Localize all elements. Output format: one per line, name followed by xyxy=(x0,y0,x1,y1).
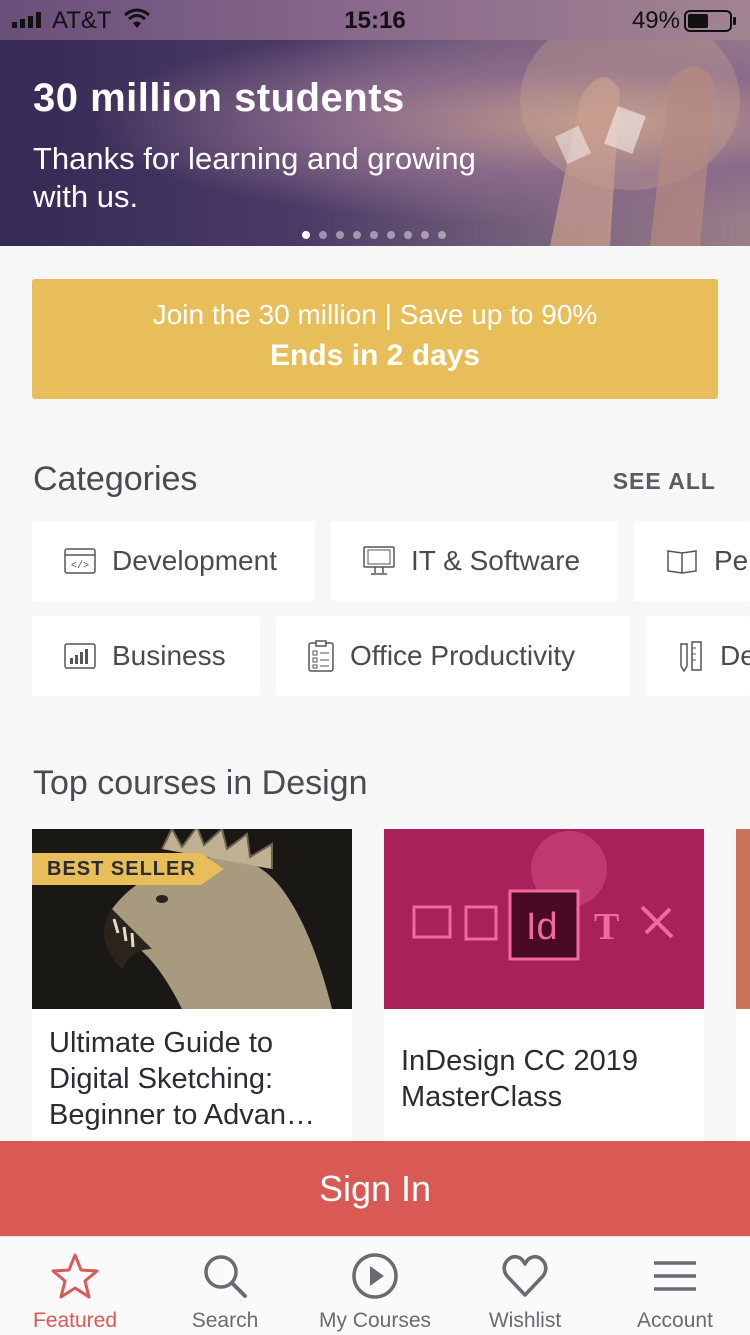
code-icon: </> xyxy=(64,548,96,574)
tab-search[interactable]: Search xyxy=(150,1237,300,1335)
tab-account[interactable]: Account xyxy=(600,1237,750,1335)
book-icon xyxy=(667,550,697,574)
battery-icon xyxy=(684,10,736,32)
pencil-ruler-icon xyxy=(680,641,702,672)
battery-percent: 49% xyxy=(631,7,680,34)
svg-text:T: T xyxy=(594,906,619,948)
category-development[interactable]: </> Development xyxy=(32,521,315,601)
promo-banner[interactable]: Join the 30 million | Save up to 90% End… xyxy=(32,279,718,399)
course-title: InDesign CC 2019 MasterClass xyxy=(401,1045,638,1113)
category-label: Business xyxy=(112,640,226,671)
category-label: Development xyxy=(112,545,277,576)
hero-subtitle: Thanks for learning and growing with us. xyxy=(33,141,476,214)
category-business[interactable]: Business xyxy=(32,616,260,696)
course-title: Ultimate Guide to Digital Sketching: Beg… xyxy=(49,1027,316,1131)
carousel-dot[interactable] xyxy=(319,231,327,239)
category-label: De xyxy=(720,640,750,671)
monitor-icon xyxy=(363,546,395,575)
course-thumbnail: BEST SELLER xyxy=(32,829,352,1009)
hero-title: 30 million students xyxy=(33,76,405,120)
menu-icon xyxy=(654,1261,696,1291)
carousel-dot[interactable] xyxy=(438,231,446,239)
tab-featured[interactable]: Featured xyxy=(0,1237,150,1335)
bestseller-badge: BEST SELLER xyxy=(32,853,224,885)
category-personal-development[interactable]: Per xyxy=(634,521,750,601)
tab-wishlist[interactable]: Wishlist xyxy=(450,1237,600,1335)
play-icon xyxy=(352,1253,398,1299)
tab-label: Featured xyxy=(32,1309,118,1332)
tab-label: My Courses xyxy=(318,1309,432,1332)
course-card-partial[interactable] xyxy=(736,829,750,1149)
carousel-dot[interactable] xyxy=(336,231,344,239)
tab-label: Search xyxy=(191,1309,259,1332)
tab-label: Wishlist xyxy=(488,1309,562,1332)
bar-chart-icon xyxy=(64,643,96,669)
top-courses-heading: Top courses in Design xyxy=(33,764,368,802)
search-icon xyxy=(204,1255,247,1298)
course-thumbnail xyxy=(736,829,750,1009)
promo-deadline: Ends in 2 days xyxy=(269,339,481,372)
category-label: Office Productivity xyxy=(350,640,576,671)
promo-headline: Join the 30 million | Save up to 90% xyxy=(152,299,598,330)
carousel-dot[interactable] xyxy=(404,231,412,239)
indesign-logo-text: Id xyxy=(526,906,558,948)
tab-label: Account xyxy=(637,1309,713,1332)
hero-banner[interactable]: 30 million students Thanks for learning … xyxy=(0,40,750,246)
tab-bar: Featured Search My Courses Wishlist Acco… xyxy=(0,1236,750,1335)
category-it-software[interactable]: IT & Software xyxy=(331,521,618,601)
category-office-productivity[interactable]: Office Productivity xyxy=(276,616,630,696)
carousel-dot[interactable] xyxy=(302,231,310,239)
course-card[interactable]: BEST SELLER Ultimate Guide to Digital Sk… xyxy=(32,829,352,1149)
category-label: IT & Software xyxy=(411,545,581,576)
course-thumbnail: Id T xyxy=(384,829,704,1009)
indesign-thumbnail-image: Id T xyxy=(384,829,704,1009)
category-label: Per xyxy=(714,545,750,576)
carousel-dot[interactable] xyxy=(421,231,429,239)
categories-heading: Categories xyxy=(33,460,198,498)
category-design[interactable]: De xyxy=(646,616,750,696)
carousel-dots[interactable] xyxy=(302,231,446,239)
status-bar: AT&T 15:16 49% xyxy=(0,0,750,40)
carousel-dot[interactable] xyxy=(370,231,378,239)
clipboard-icon xyxy=(308,640,334,672)
course-card[interactable]: Id T InDesign CC 2019 MasterClass xyxy=(384,829,704,1149)
carousel-dot[interactable] xyxy=(353,231,361,239)
heart-icon xyxy=(502,1254,548,1297)
sign-in-button[interactable]: Sign In xyxy=(0,1141,750,1236)
star-icon xyxy=(51,1253,99,1299)
svg-text:</>: </> xyxy=(71,560,89,572)
tab-my-courses[interactable]: My Courses xyxy=(300,1237,450,1335)
see-all-link[interactable]: SEE ALL xyxy=(613,468,716,495)
carousel-dot[interactable] xyxy=(387,231,395,239)
